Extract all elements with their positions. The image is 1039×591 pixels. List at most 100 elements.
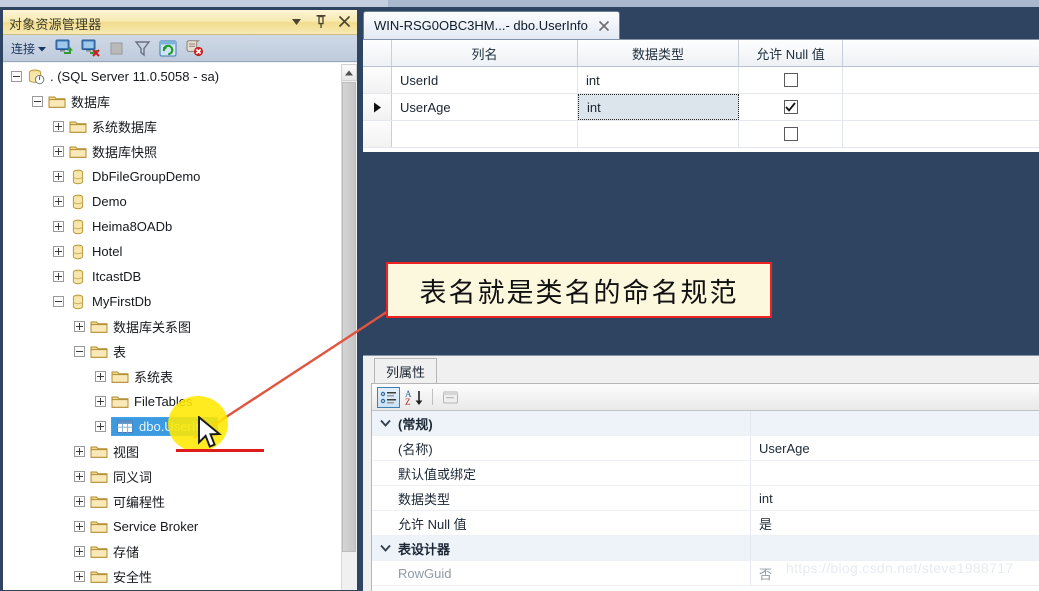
property-group-name: (常规): [398, 416, 433, 432]
expand-icon[interactable]: [53, 121, 64, 132]
allow-nulls-checkbox[interactable]: [783, 127, 798, 141]
grid-header-data-type[interactable]: 数据类型: [578, 40, 739, 66]
property-value[interactable]: int: [751, 491, 1039, 506]
close-icon[interactable]: [336, 12, 353, 31]
expand-icon[interactable]: [74, 546, 85, 557]
property-row[interactable]: (名称) UserAge: [372, 436, 1039, 461]
pin-icon[interactable]: [312, 12, 329, 31]
grid-header-column-name[interactable]: 列名: [392, 40, 578, 66]
expand-icon[interactable]: [53, 221, 64, 232]
expand-icon[interactable]: [74, 496, 85, 507]
tree-item[interactable]: 表: [3, 339, 340, 364]
tree-vertical-scrollbar[interactable]: [341, 64, 357, 590]
refresh-icon[interactable]: [157, 38, 179, 58]
categorized-view-icon[interactable]: [377, 386, 400, 408]
expand-icon[interactable]: [95, 396, 106, 407]
tree-item[interactable]: 系统表: [3, 364, 340, 389]
allow-nulls-checkbox[interactable]: [783, 73, 798, 87]
chevron-down-icon[interactable]: [372, 419, 398, 427]
expand-icon[interactable]: [53, 271, 64, 282]
property-row[interactable]: 默认值或绑定: [372, 461, 1039, 486]
column-divider: [750, 461, 751, 485]
tree-item[interactable]: Service Broker: [3, 514, 340, 539]
tree-item[interactable]: 数据库: [3, 89, 340, 114]
cell-column-name[interactable]: [392, 121, 578, 147]
connect-icon[interactable]: [53, 38, 75, 58]
property-value[interactable]: 是: [751, 514, 1039, 533]
tree-item[interactable]: DbFileGroupDemo: [3, 164, 340, 189]
row-indicator[interactable]: [363, 94, 392, 120]
tree-item[interactable]: Demo: [3, 189, 340, 214]
tree-item[interactable]: 安全性: [3, 564, 340, 589]
chevron-down-icon[interactable]: [372, 544, 398, 552]
expand-icon[interactable]: [95, 421, 106, 432]
cell-allow-nulls[interactable]: [739, 94, 843, 120]
script-stop-icon[interactable]: [183, 38, 205, 58]
property-value[interactable]: UserAge: [751, 441, 1039, 456]
row-indicator[interactable]: [363, 121, 392, 147]
property-group-header[interactable]: 表设计器: [372, 536, 1039, 561]
table-row[interactable]: [363, 121, 1039, 148]
collapse-icon[interactable]: [11, 71, 22, 82]
expand-icon[interactable]: [74, 321, 85, 332]
alphabetical-sort-icon[interactable]: A Z: [403, 387, 426, 408]
tree-item[interactable]: 数据库关系图: [3, 314, 340, 339]
expand-icon[interactable]: [53, 171, 64, 182]
tree-item[interactable]: 同义词: [3, 464, 340, 489]
tree-item[interactable]: 系统数据库: [3, 114, 340, 139]
expand-icon[interactable]: [95, 371, 106, 382]
tree-item[interactable]: 数据库快照: [3, 139, 340, 164]
table-row[interactable]: UserAge int: [363, 94, 1039, 121]
property-row[interactable]: 允许 Null 值 是: [372, 511, 1039, 536]
cell-allow-nulls[interactable]: [739, 121, 843, 147]
cell-data-type[interactable]: [578, 121, 739, 147]
property-pages-icon: [439, 387, 462, 408]
tree-item[interactable]: Hotel: [3, 239, 340, 264]
object-explorer-tree[interactable]: . (SQL Server 11.0.5058 - sa) 数据库 系统数据库 数据库…: [3, 63, 357, 590]
allow-nulls-checkbox[interactable]: [783, 100, 798, 114]
expand-icon[interactable]: [74, 521, 85, 532]
tree-item[interactable]: 可编程性: [3, 489, 340, 514]
collapse-icon[interactable]: [32, 96, 43, 107]
chevron-down-icon[interactable]: [288, 12, 305, 31]
tree-item[interactable]: ItcastDB: [3, 264, 340, 289]
close-icon[interactable]: [598, 19, 611, 32]
tree-item[interactable]: . (SQL Server 11.0.5058 - sa): [3, 64, 340, 89]
disconnect-icon[interactable]: [79, 38, 101, 58]
window-top-strip-highlight: [0, 0, 388, 7]
cell-data-type[interactable]: int: [578, 94, 739, 120]
cell-allow-nulls[interactable]: [739, 67, 843, 93]
scroll-up-icon[interactable]: [341, 64, 357, 81]
tree-item-label: 存储: [113, 545, 140, 560]
collapse-icon[interactable]: [74, 346, 85, 357]
cell-data-type[interactable]: int: [578, 67, 739, 93]
expand-icon[interactable]: [53, 196, 64, 207]
cell-column-name[interactable]: UserId: [392, 67, 578, 93]
collapse-icon[interactable]: [53, 296, 64, 307]
cell-column-name[interactable]: UserAge: [392, 94, 578, 120]
database-icon: [69, 194, 87, 210]
folder-icon: [90, 469, 108, 485]
property-group-header[interactable]: (常规): [372, 411, 1039, 436]
tab-column-properties[interactable]: 列属性: [374, 358, 438, 383]
expand-icon[interactable]: [74, 446, 85, 457]
expand-icon[interactable]: [74, 571, 85, 582]
scrollbar-thumb[interactable]: [342, 82, 356, 552]
expand-icon[interactable]: [53, 246, 64, 257]
tree-item-label: 视图: [113, 445, 140, 460]
tree-item[interactable]: 存储: [3, 539, 340, 564]
tree-item[interactable]: 视图: [3, 439, 340, 464]
property-name: RowGuid: [398, 565, 452, 581]
toolbar-separator: [432, 389, 433, 405]
grid-header-allow-nulls[interactable]: 允许 Null 值: [739, 40, 843, 66]
tree-item[interactable]: MyFirstDb: [3, 289, 340, 314]
expand-icon[interactable]: [53, 146, 64, 157]
filter-icon[interactable]: [131, 38, 153, 58]
expand-icon[interactable]: [74, 471, 85, 482]
property-row[interactable]: 数据类型 int: [372, 486, 1039, 511]
tree-item[interactable]: Heima8OADb: [3, 214, 340, 239]
connect-button[interactable]: 连接: [8, 39, 49, 58]
row-indicator[interactable]: [363, 67, 392, 93]
tab-dbo-userinfo[interactable]: WIN-RSG0OBC3HM...- dbo.UserInfo: [363, 11, 620, 39]
table-row[interactable]: UserId int: [363, 67, 1039, 94]
